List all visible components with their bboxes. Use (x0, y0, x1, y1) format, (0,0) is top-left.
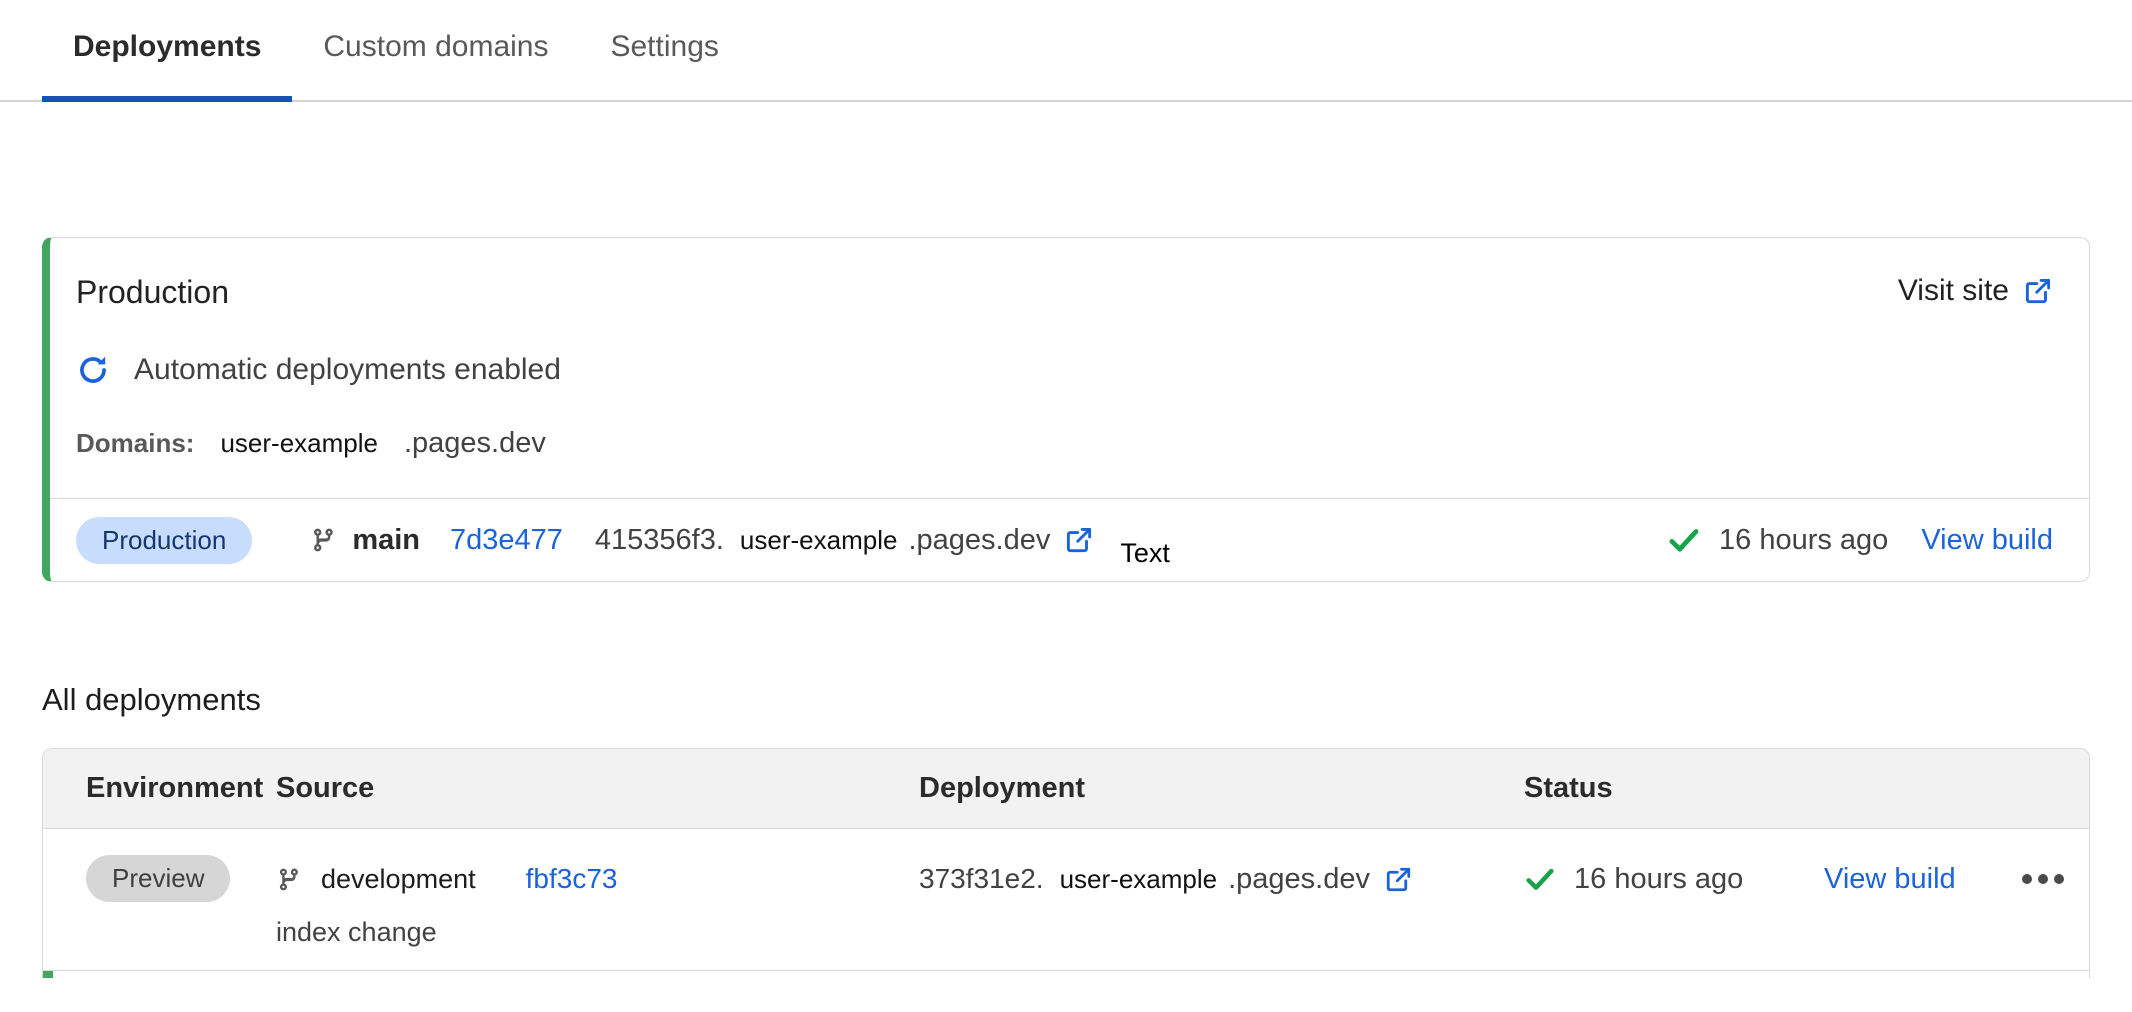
branch-name: development (321, 864, 476, 895)
deployment-url-suffix: .pages.dev (908, 524, 1050, 557)
commit-hash-link[interactable]: 7d3e477 (450, 524, 563, 557)
git-branch-icon (276, 865, 301, 894)
deployment-url-id: 373f31e2. (919, 863, 1044, 895)
tab-custom-domains[interactable]: Custom domains (292, 30, 579, 100)
check-icon (1524, 863, 1556, 895)
deployment-url-suffix: .pages.dev (1228, 863, 1370, 896)
external-link-icon[interactable] (1064, 525, 1094, 555)
visit-site-label: Visit site (1898, 274, 2009, 308)
commit-hash-link[interactable]: fbf3c73 (526, 863, 618, 895)
table-row: Preview development fbf3c73 index change… (43, 829, 2089, 971)
external-link-icon (2023, 276, 2053, 306)
column-header-deployment: Deployment (919, 772, 1524, 805)
view-build-link[interactable]: View build (1824, 863, 1956, 896)
deployment-url-name: user-example (1060, 864, 1218, 895)
annotation-text: Text (1120, 538, 1170, 569)
git-branch-icon (310, 525, 336, 555)
production-card: Production Visit site Automat (42, 237, 2090, 582)
deployment-url-id: 415356f3. (595, 524, 724, 557)
auto-deployments-text: Automatic deployments enabled (134, 353, 561, 387)
production-deployment-row: Production main 7d3e477 415356f3. user-e… (50, 499, 2089, 581)
domains-label: Domains: (76, 428, 194, 459)
visit-site-link[interactable]: Visit site (1898, 274, 2053, 308)
deployment-url-name: user-example (740, 525, 898, 556)
column-header-status: Status (1524, 772, 1824, 805)
tab-deployments[interactable]: Deployments (42, 30, 292, 100)
production-card-title: Production (76, 274, 229, 311)
deployment-time: 16 hours ago (1574, 863, 1743, 896)
environment-badge-preview: Preview (86, 855, 230, 902)
view-build-link[interactable]: View build (1921, 524, 2053, 557)
domain-suffix: .pages.dev (404, 427, 546, 460)
external-link-icon[interactable] (1384, 865, 1413, 894)
commit-message: index change (276, 917, 919, 948)
check-icon (1667, 523, 1701, 557)
refresh-icon (76, 353, 110, 387)
environment-badge-production: Production (76, 517, 252, 564)
deployments-table: Environment Source Deployment Status Pre… (42, 748, 2090, 978)
deployment-time: 16 hours ago (1719, 524, 1888, 557)
all-deployments-heading: All deployments (42, 682, 2132, 718)
ellipsis-menu-button[interactable] (2021, 855, 2065, 903)
table-header-row: Environment Source Deployment Status (43, 749, 2089, 829)
column-header-source: Source (276, 772, 919, 805)
domain-name: user-example (220, 428, 378, 459)
column-header-environment: Environment (86, 772, 276, 805)
tab-bar: Deployments Custom domains Settings (0, 0, 2132, 102)
tab-settings[interactable]: Settings (579, 30, 749, 100)
branch-name: main (352, 524, 420, 557)
next-row-partial (43, 971, 2089, 978)
production-row-accent (43, 971, 53, 978)
